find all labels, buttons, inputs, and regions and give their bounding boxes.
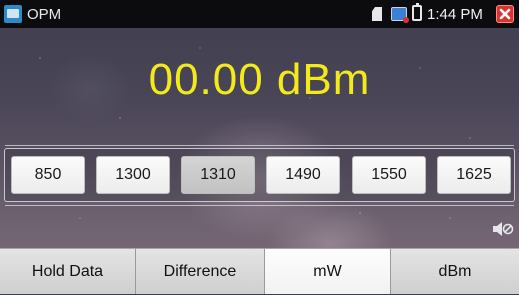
unit-mw-button[interactable]: mW xyxy=(265,248,391,294)
battery-icon xyxy=(412,3,422,21)
divider-top xyxy=(5,145,514,146)
mute-icon[interactable] xyxy=(492,220,514,238)
clock: 1:44 PM xyxy=(427,6,483,23)
wavelength-button-1310[interactable]: 1310 xyxy=(181,156,255,194)
close-button[interactable] xyxy=(496,5,514,23)
tv-output-icon xyxy=(391,7,409,23)
close-icon xyxy=(499,8,511,20)
opm-app-icon xyxy=(4,5,22,23)
sd-card-icon xyxy=(372,7,382,21)
hold-data-button[interactable]: Hold Data xyxy=(0,248,136,294)
app-title: OPM xyxy=(27,6,62,23)
wavelength-button-850[interactable]: 850 xyxy=(11,156,85,194)
wavelength-button-1625[interactable]: 1625 xyxy=(437,156,511,194)
divider-bottom xyxy=(5,205,514,206)
wavelength-button-1300[interactable]: 1300 xyxy=(96,156,170,194)
unit-dbm-button[interactable]: dBm xyxy=(391,248,519,294)
wavelength-button-1550[interactable]: 1550 xyxy=(352,156,426,194)
wavelength-button-1490[interactable]: 1490 xyxy=(266,156,340,194)
status-bar: OPM 1:44 PM xyxy=(0,0,519,28)
power-reading: 00.00 dBm xyxy=(148,55,371,104)
difference-button[interactable]: Difference xyxy=(136,248,265,294)
